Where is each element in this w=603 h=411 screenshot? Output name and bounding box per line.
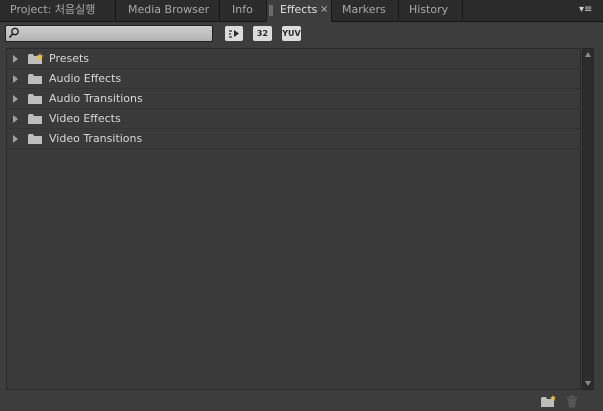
- tab-project-label: Project: 처음실행: [10, 3, 96, 16]
- expand-arrow-icon[interactable]: [13, 115, 18, 123]
- search-input[interactable]: [22, 26, 208, 41]
- panel-menu-icon[interactable]: ▾≡: [579, 4, 597, 16]
- expand-arrow-icon[interactable]: [13, 135, 18, 143]
- effects-panel: Project: 처음실행 Media Browser Info Effects…: [0, 0, 603, 411]
- tab-effects[interactable]: Effects ×: [267, 0, 332, 22]
- tree-row-video-effects[interactable]: Video Effects: [7, 109, 580, 129]
- tab-close-icon[interactable]: ×: [320, 0, 328, 20]
- tab-effects-label: Effects: [280, 3, 318, 16]
- folder-icon: [28, 74, 42, 84]
- expand-arrow-icon[interactable]: [13, 55, 18, 63]
- folder-icon: [28, 114, 42, 124]
- tab-markers-label: Markers: [342, 3, 386, 16]
- tab-info-label: Info: [232, 3, 253, 16]
- scroll-down-icon[interactable]: [585, 381, 591, 386]
- tree-item-label: Presets: [49, 52, 90, 65]
- tree-row-audio-effects[interactable]: Audio Effects: [7, 69, 580, 89]
- tab-history[interactable]: History: [399, 0, 463, 20]
- tab-markers[interactable]: Markers: [332, 0, 399, 20]
- 32-bit-filter-button[interactable]: 32: [253, 26, 272, 41]
- tab-media-browser[interactable]: Media Browser: [116, 0, 220, 20]
- effects-tree: Presets Audio Effects Audio Transitions: [6, 48, 581, 390]
- tree-item-label: Video Transitions: [49, 132, 143, 145]
- yuv-label: YUV: [282, 29, 301, 38]
- tree-row-audio-transitions[interactable]: Audio Transitions: [7, 89, 580, 109]
- tree-row-video-transitions[interactable]: Video Transitions: [7, 129, 580, 149]
- tab-project[interactable]: Project: 처음실행: [0, 0, 116, 20]
- tab-grip-icon[interactable]: [269, 5, 273, 16]
- tree-row-presets[interactable]: Presets: [7, 49, 580, 69]
- search-icon: [8, 27, 19, 39]
- folder-icon: [28, 134, 42, 144]
- expand-arrow-icon[interactable]: [13, 75, 18, 83]
- tree-item-label: Audio Effects: [49, 72, 122, 85]
- scroll-up-icon[interactable]: [585, 52, 591, 57]
- tab-info[interactable]: Info: [220, 0, 267, 20]
- tree-item-label: Video Effects: [49, 112, 121, 125]
- trash-icon[interactable]: [566, 395, 578, 408]
- 32-bit-label: 32: [256, 29, 269, 38]
- tab-media-browser-label: Media Browser: [128, 3, 210, 16]
- accelerated-effects-icon[interactable]: [225, 26, 243, 41]
- tab-history-label: History: [409, 3, 449, 16]
- tree-item-label: Audio Transitions: [49, 92, 143, 105]
- yuv-filter-button[interactable]: YUV: [282, 26, 301, 41]
- new-custom-bin-icon[interactable]: [541, 395, 557, 408]
- preset-folder-icon: [28, 53, 44, 64]
- folder-icon: [28, 94, 42, 104]
- panel-tab-bar: Project: 처음실행 Media Browser Info Effects…: [0, 0, 603, 22]
- expand-arrow-icon[interactable]: [13, 95, 18, 103]
- effects-content: 32 YUV Presets Audio Effects Audio Trans…: [0, 22, 603, 411]
- vertical-scrollbar[interactable]: [582, 48, 594, 390]
- search-box[interactable]: [5, 25, 213, 42]
